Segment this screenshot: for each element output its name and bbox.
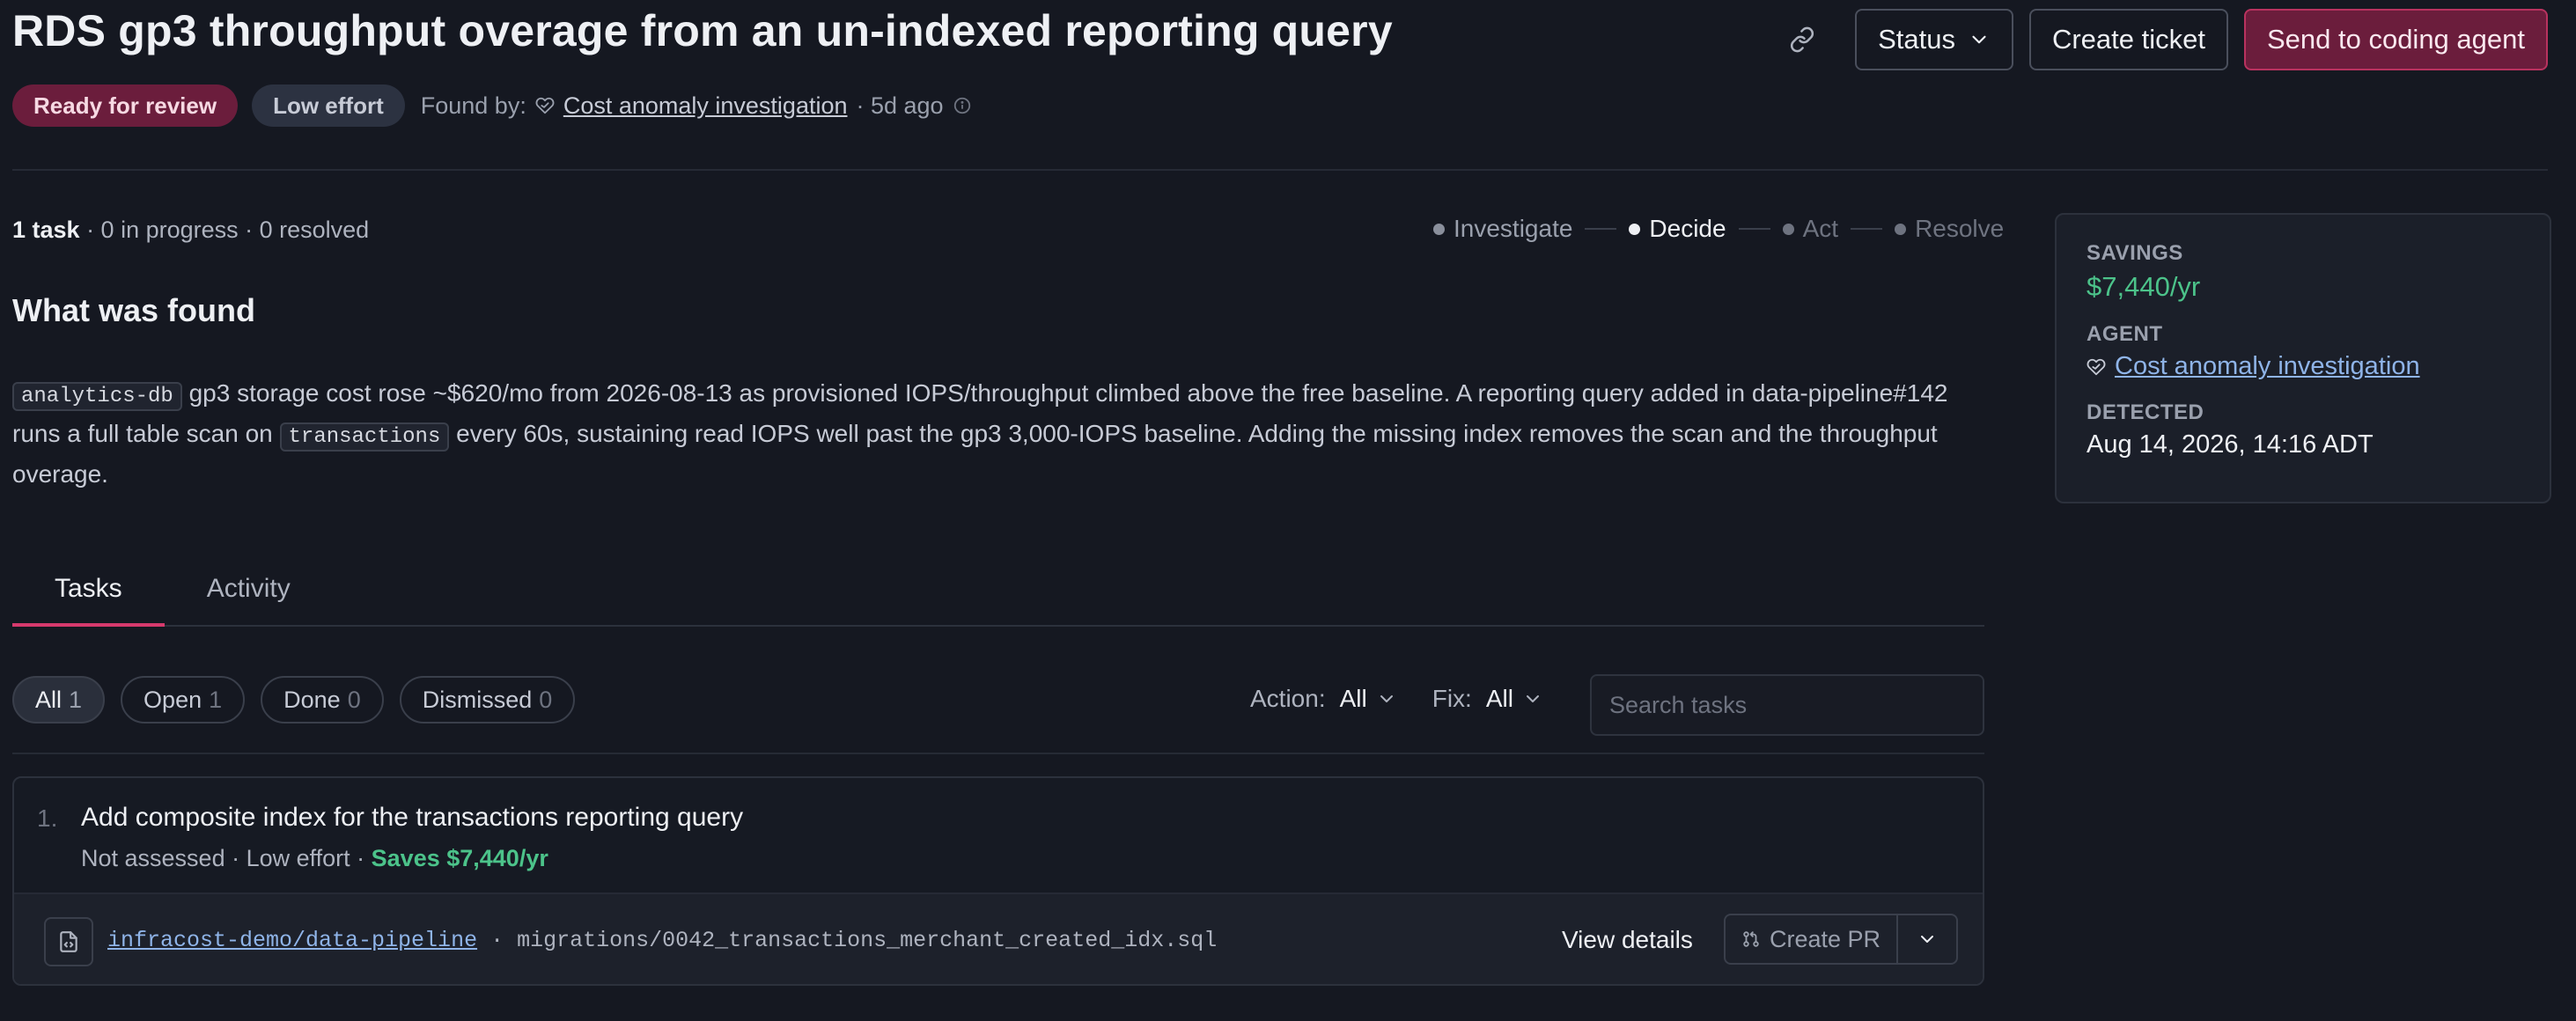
found-by-label: Found by: [420, 92, 526, 119]
section-title: What was found [12, 292, 255, 328]
found-by-agent-link[interactable]: Cost anomaly investigation [563, 92, 848, 120]
status-dropdown-button[interactable]: Status [1855, 9, 2013, 70]
heart-shield-icon [535, 97, 555, 114]
task-footer: infracost-demo/data-pipeline · migration… [14, 892, 1983, 984]
filter-chip-done[interactable]: Done 0 [261, 676, 384, 724]
step-act: Act [1782, 215, 1838, 243]
detected-value: Aug 14, 2026, 14:16 ADT [2087, 430, 2374, 459]
status-button-label: Status [1878, 24, 1955, 55]
task-savings: Saves $7,440/yr [371, 845, 548, 871]
tab-activity[interactable]: Activity [165, 563, 333, 627]
file-code-icon [44, 917, 93, 966]
meta-row: Ready for review Low effort Found by: Co… [12, 84, 972, 127]
task-header[interactable]: 1. Add composite index for the transacti… [14, 778, 1983, 892]
page-title: RDS gp3 throughput overage from an un-in… [12, 6, 1393, 55]
finding-description: analytics-db gp3 storage cost rose ~$620… [12, 379, 1948, 488]
task-number: 1. [37, 804, 58, 832]
inline-code-table: transactions [279, 422, 450, 452]
header-actions: Status Create ticket Send to coding agen… [1777, 9, 2548, 70]
repo-link[interactable]: infracost-demo/data-pipeline [107, 928, 477, 953]
task-count: 1 task [12, 217, 80, 243]
info-icon[interactable] [953, 96, 972, 115]
filter-chip-open[interactable]: Open 1 [121, 676, 246, 724]
status-badge: Ready for review [12, 84, 239, 127]
search-tasks-input[interactable] [1590, 674, 1984, 736]
heart-shield-icon [2087, 358, 2106, 375]
view-details-button[interactable]: View details [1562, 926, 1693, 954]
repo-file-path: infracost-demo/data-pipeline · migration… [107, 928, 1217, 953]
status-filter-chips: All 1 Open 1 Done 0 Dismissed 0 [12, 676, 576, 724]
tab-tasks[interactable]: Tasks [12, 563, 165, 627]
filter-chip-dismissed[interactable]: Dismissed 0 [399, 676, 576, 724]
effort-badge: Low effort [252, 84, 405, 127]
chevron-down-icon [1921, 936, 1934, 943]
savings-label: SAVINGS [2087, 241, 2183, 265]
found-by: Found by: Cost anomaly investigation · 5… [421, 92, 972, 120]
task-card: 1. Add composite index for the transacti… [12, 776, 1984, 986]
task-title: Add composite index for the transactions… [81, 803, 744, 832]
task-summary: 1 task · 0 in progress · 0 resolved [12, 217, 369, 244]
git-pull-request-icon [1743, 931, 1759, 947]
create-pr-split-button: Create PR [1724, 914, 1959, 965]
copy-link-button[interactable] [1777, 10, 1827, 70]
filter-dropdowns: Action: All Fix: All [1250, 685, 1543, 713]
chevron-down-icon [1972, 35, 1986, 44]
step-investigate: Investigate [1433, 215, 1572, 243]
found-age: · 5d ago [856, 92, 944, 119]
filter-row: All 1 Open 1 Done 0 Dismissed 0 Action: All F… [12, 674, 1984, 736]
step-resolve: Resolve [1895, 215, 2004, 243]
workflow-stepper: Investigate Decide Act Resolve [1433, 215, 2004, 243]
agent-link[interactable]: Cost anomaly investigation [2115, 352, 2420, 381]
file-path: · migrations/0042_transactions_merchant_… [477, 928, 1218, 953]
detected-label: DETECTED [2087, 400, 2204, 424]
task-progress-counts: · 0 in progress · 0 resolved [79, 217, 370, 243]
step-decide: Decide [1629, 215, 1726, 243]
inline-code-db: analytics-db [12, 382, 182, 411]
filter-chip-all[interactable]: All 1 [12, 676, 106, 724]
fix-filter-dropdown[interactable]: Fix: All [1432, 685, 1543, 713]
action-filter-dropdown[interactable]: Action: All [1250, 685, 1397, 713]
create-pr-options-button[interactable] [1898, 915, 1956, 963]
savings-value: $7,440/yr [2087, 271, 2201, 302]
agent-label: AGENT [2087, 322, 2163, 346]
details-sidebar: SAVINGS $7,440/yr AGENT Cost anomaly inv… [2055, 213, 2551, 503]
tab-bar: Tasks Activity [12, 563, 1984, 627]
task-meta: Not assessed · Low effort · Saves $7,440… [81, 845, 548, 871]
send-to-coding-agent-button[interactable]: Send to coding agent [2243, 9, 2548, 70]
filter-divider [12, 753, 1984, 754]
chevron-down-icon [1380, 695, 1393, 702]
link-icon [1791, 26, 1814, 53]
header-divider [12, 169, 2548, 171]
create-ticket-button[interactable]: Create ticket [2028, 9, 2228, 70]
agent-value: Cost anomaly investigation [2087, 352, 2520, 381]
chevron-down-icon [1526, 695, 1539, 702]
create-pr-button[interactable]: Create PR [1726, 915, 1899, 963]
